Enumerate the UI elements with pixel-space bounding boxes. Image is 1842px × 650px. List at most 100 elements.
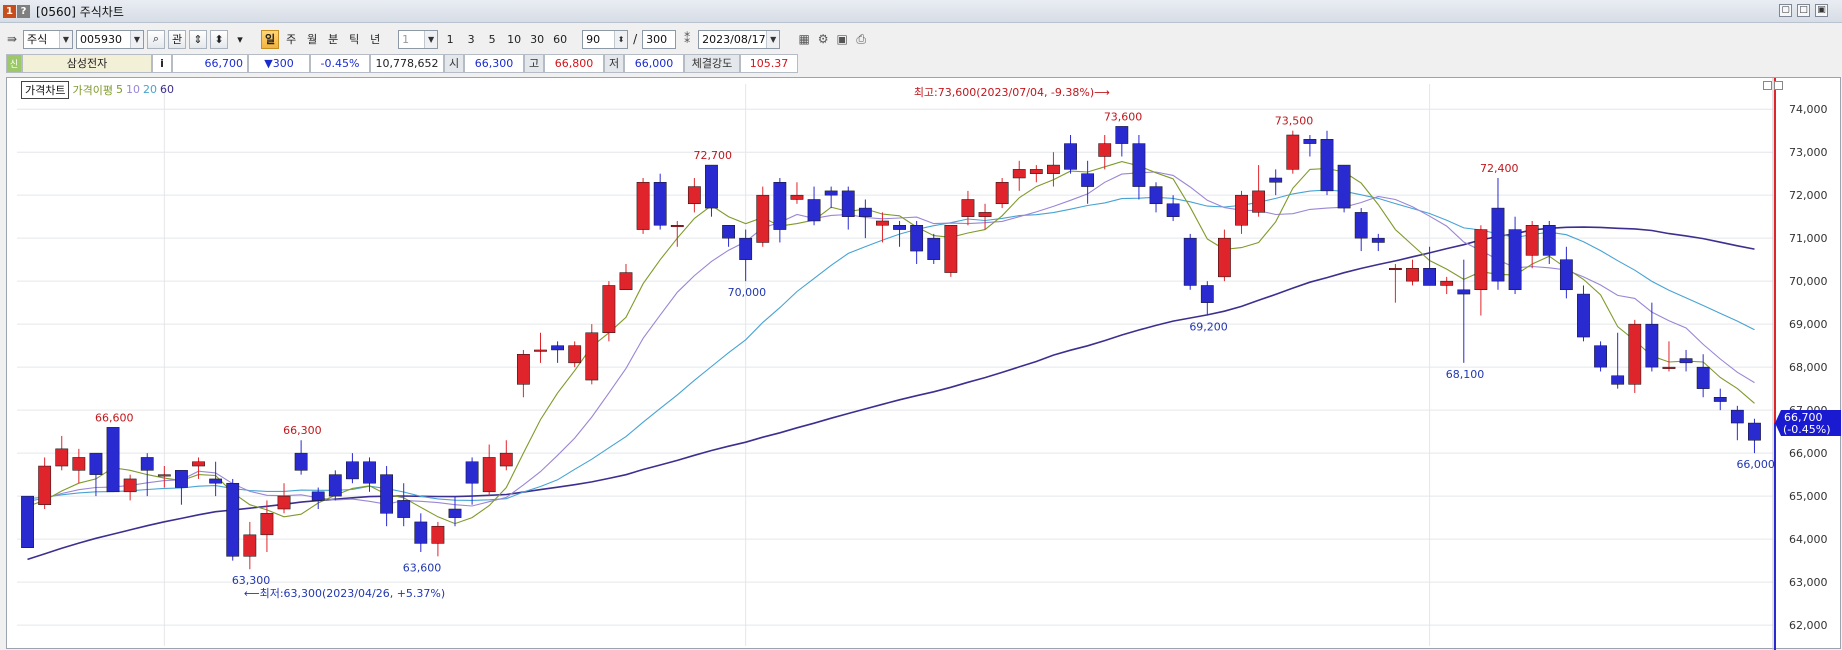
candle-down [807, 199, 821, 222]
restore-window-icon[interactable]: ▢ [1779, 4, 1792, 17]
chart-legend: 가격차트 가격이평 5 10 20 60 [21, 80, 174, 99]
candle-up [978, 212, 992, 217]
open-label: 시 [444, 53, 464, 73]
unit-preset-1[interactable]: 1 [441, 30, 459, 49]
candle-down [311, 491, 325, 501]
spin-icon[interactable]: ⬍ [210, 29, 228, 49]
count-input-value: 90 [586, 32, 601, 46]
candle-down [1081, 173, 1095, 187]
count-adjust-icon[interactable]: ⁑ [679, 31, 695, 47]
save-icon[interactable]: ▣ [834, 31, 850, 47]
candle-down [175, 470, 188, 488]
candle-up [1474, 229, 1488, 291]
candle-up [636, 182, 650, 230]
unit-preset-10[interactable]: 10 [504, 30, 524, 49]
candle-down [380, 474, 394, 514]
y-tick-label: 63,000 [1789, 576, 1828, 589]
ma-legend-label[interactable]: 가격이평 [72, 82, 112, 98]
link-arrow-icon[interactable]: ⇛ [4, 31, 20, 47]
candle-up [1012, 169, 1026, 179]
count-total-input[interactable]: 300 [642, 29, 677, 49]
period-month-button[interactable]: 월 [303, 30, 321, 49]
close-window-icon[interactable]: ▣ [1815, 4, 1828, 17]
candle-up [756, 194, 770, 243]
unit-select[interactable]: 1 ▼ [398, 29, 439, 49]
unit-preset-3[interactable]: 3 [462, 30, 480, 49]
candle-up [38, 465, 52, 505]
low-label: 저 [604, 53, 624, 73]
candle-up [516, 354, 530, 385]
candle-down [414, 521, 428, 544]
candle-up [431, 525, 445, 544]
search-icon[interactable]: ⌕ [147, 29, 165, 49]
ma60-legend[interactable]: 60 [160, 83, 174, 96]
y-tick-label: 64,000 [1789, 533, 1828, 546]
peak-label: 66,300 [283, 424, 322, 437]
date-select[interactable]: 2023/08/17 ▼ [698, 29, 781, 49]
chart-settings-icon[interactable]: ▦ [796, 31, 812, 47]
candle-down [89, 452, 103, 475]
y-tick-label: 65,000 [1789, 490, 1828, 503]
candle-down [226, 482, 240, 557]
candle-up [602, 285, 616, 334]
candle-down [1320, 139, 1334, 192]
period-day-button[interactable]: 일 [261, 29, 280, 49]
candle-up [995, 182, 1009, 205]
count-separator: / [633, 32, 638, 46]
trade-strength: 105.37 [740, 53, 798, 73]
candlestick-chart[interactable]: 74,000 73,000 72,000 71,000 70,000 69,000 68,0… [7, 78, 1842, 650]
stock-code-input[interactable]: 005930 ▼ [76, 29, 144, 49]
candle-down [1577, 293, 1590, 338]
candle-down [824, 190, 838, 196]
candle-down [1645, 323, 1659, 368]
count-input[interactable]: 90 ⬍ [582, 29, 629, 49]
candle-down [739, 237, 753, 260]
stock-info-button[interactable]: i [152, 53, 172, 73]
trough-label: 70,000 [728, 286, 767, 299]
candle-down [705, 164, 718, 209]
chevron-down-icon[interactable]: ▼ [59, 30, 72, 48]
ma10-legend[interactable]: 10 [126, 83, 140, 96]
candle-down [893, 225, 906, 230]
panel-close-icon[interactable] [1774, 81, 1783, 90]
unit-preset-5[interactable]: 5 [483, 30, 501, 49]
maximize-window-icon[interactable]: □ [1797, 4, 1810, 17]
candle-down [1730, 409, 1744, 424]
unit-preset-30[interactable]: 30 [527, 30, 547, 49]
period-year-button[interactable]: 년 [366, 30, 384, 49]
peak-label: 72,700 [693, 149, 732, 162]
candle-down [328, 474, 342, 497]
open-price: 66,300 [464, 53, 524, 73]
gear-icon[interactable]: ⚙ [815, 31, 831, 47]
market-select[interactable]: 주식 ▼ [23, 29, 73, 49]
stock-name[interactable]: 삼성전자 [22, 53, 152, 73]
candle-up [876, 220, 889, 226]
candle-up [1525, 225, 1539, 256]
spin-arrows-icon[interactable]: ⬍ [614, 30, 628, 48]
chevron-down-icon[interactable]: ▼ [424, 30, 438, 48]
period-tick-button[interactable]: 틱 [345, 30, 363, 49]
window-number-badge[interactable]: 1 [3, 4, 16, 18]
favorite-button[interactable]: 관 [168, 29, 186, 49]
unit-preset-60[interactable]: 60 [550, 30, 570, 49]
print-icon[interactable]: ⎙ [853, 31, 869, 47]
ma5-legend[interactable]: 5 [116, 83, 123, 96]
candle-up [499, 452, 513, 467]
panel-restore-icon[interactable] [1763, 81, 1772, 90]
ma20-legend[interactable]: 20 [143, 83, 157, 96]
candle-up [482, 457, 496, 493]
candle-down [294, 452, 308, 471]
chevron-down-icon[interactable]: ▼ [766, 30, 780, 48]
dropdown-small-icon[interactable]: ▾ [231, 30, 249, 49]
price-change: ▼300 [248, 53, 310, 73]
candle-down [1594, 345, 1607, 368]
chart-name-label[interactable]: 가격차트 [21, 80, 70, 99]
period-minute-button[interactable]: 분 [324, 30, 342, 49]
help-icon[interactable]: ? [17, 4, 30, 18]
period-week-button[interactable]: 주 [282, 30, 300, 49]
scroll-icon[interactable]: ⇕ [189, 29, 207, 49]
price-chart-panel[interactable]: 74,000 73,000 72,000 71,000 70,000 69,000 68,0… [6, 77, 1842, 650]
chevron-down-icon[interactable]: ▼ [130, 30, 143, 48]
trough-label: 66,000 [1736, 458, 1775, 471]
quote-bar: 신 삼성전자 i 66,700 ▼300 -0.45% 10,778,652 시… [0, 53, 1842, 73]
